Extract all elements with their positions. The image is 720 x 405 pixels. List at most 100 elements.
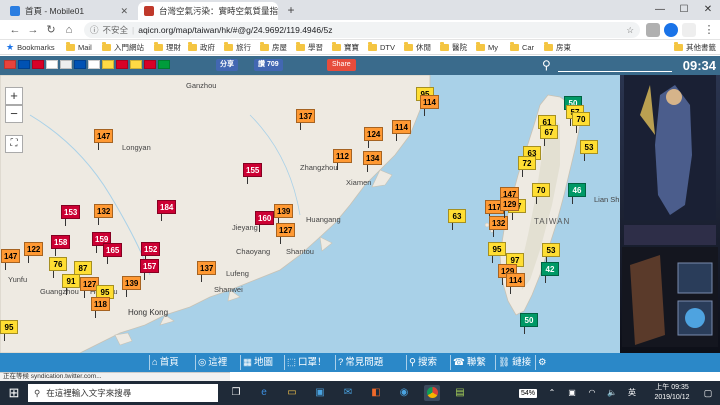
- aqi-station-marker[interactable]: 53: [542, 243, 560, 264]
- aqi-station-marker[interactable]: 114: [392, 120, 411, 141]
- reload-icon[interactable]: ↻: [44, 23, 58, 37]
- chrome-icon[interactable]: [424, 385, 440, 401]
- aqi-station-marker[interactable]: 70: [572, 112, 590, 133]
- address-bar[interactable]: ⓘ 不安全 | aqicn.org/map/taiwan/hk/#@g/24.9…: [84, 22, 640, 38]
- zoom-in-button[interactable]: +: [5, 87, 23, 105]
- back-icon[interactable]: ←: [8, 23, 22, 37]
- aqi-station-marker[interactable]: 63: [448, 209, 466, 230]
- bottom-nav-mask[interactable]: ⬚ 口罩！: [287, 354, 327, 371]
- taskbar-clock[interactable]: 上午 09:35 2019/10/12: [648, 383, 696, 403]
- tab-aqicn[interactable]: 台灣空氣污染：實時空氣質量指數 ✕: [138, 2, 278, 20]
- bookmark-item[interactable]: 休閒: [404, 42, 431, 53]
- language-flag-icon[interactable]: [102, 60, 114, 69]
- minimize-icon[interactable]: —: [648, 0, 672, 20]
- close-tab-icon[interactable]: ✕: [120, 6, 128, 17]
- aqi-station-marker[interactable]: 76: [49, 257, 67, 278]
- tab-mobile01[interactable]: 首頁 - Mobile01 ✕: [4, 2, 134, 20]
- task-view-icon[interactable]: ❐: [228, 385, 244, 401]
- profile-icon[interactable]: [682, 23, 696, 37]
- file-explorer-icon[interactable]: ▭: [284, 385, 300, 401]
- aqi-station-marker[interactable]: 155: [243, 163, 263, 184]
- bookmark-item[interactable]: 寶寶: [332, 42, 359, 53]
- aqi-station-marker[interactable]: 53: [580, 140, 598, 161]
- bookmark-item[interactable]: 理財: [154, 42, 181, 53]
- aqi-station-marker[interactable]: 184: [157, 200, 177, 221]
- bookmark-item[interactable]: 旅行: [224, 42, 251, 53]
- language-flag-icon[interactable]: [18, 60, 30, 69]
- app-icon[interactable]: ◉: [396, 385, 412, 401]
- aqi-station-marker[interactable]: 67: [540, 125, 558, 146]
- extension-icon[interactable]: [664, 23, 678, 37]
- aqi-station-marker[interactable]: 157: [140, 259, 160, 280]
- forward-icon[interactable]: →: [26, 23, 40, 37]
- bookmark-star-icon[interactable]: ☆: [626, 25, 634, 36]
- aqi-station-marker[interactable]: 95: [0, 320, 18, 341]
- aqi-station-marker[interactable]: 137: [296, 109, 316, 130]
- language-flag-icon[interactable]: [32, 60, 44, 69]
- language-flag-icon[interactable]: [74, 60, 86, 69]
- search-icon[interactable]: ⚲: [542, 58, 556, 72]
- store-icon[interactable]: ▣: [312, 385, 328, 401]
- bookmark-item[interactable]: 入門網站: [102, 42, 144, 53]
- facebook-like-button[interactable]: 讚 709: [254, 59, 283, 71]
- edge-icon[interactable]: e: [256, 385, 272, 401]
- aqi-station-marker[interactable]: 114: [506, 273, 525, 294]
- bookmark-item[interactable]: ★ Bookmarks: [6, 42, 55, 53]
- language-flag-icon[interactable]: [158, 60, 170, 69]
- home-button-icon[interactable]: ⌂: [62, 23, 76, 37]
- windows-start-icon[interactable]: ⊞: [6, 385, 22, 401]
- ime-icon[interactable]: 英: [624, 385, 640, 401]
- other-bookmarks[interactable]: 其他書籤: [674, 42, 716, 53]
- language-flag-icon[interactable]: [144, 60, 156, 69]
- aqi-station-marker[interactable]: 165: [103, 243, 123, 264]
- wifi-icon[interactable]: ◠: [584, 385, 600, 401]
- aqi-station-marker[interactable]: 91: [62, 274, 80, 295]
- bookmark-item[interactable]: 政府: [188, 42, 215, 53]
- advertisement-panel[interactable]: [620, 75, 720, 353]
- language-flag-icon[interactable]: [116, 60, 128, 69]
- city-search-input[interactable]: [558, 58, 672, 72]
- aqi-station-marker[interactable]: 153: [61, 205, 81, 226]
- language-flag-icon[interactable]: [46, 60, 58, 69]
- app-icon[interactable]: ▤: [452, 385, 468, 401]
- bottom-nav-help[interactable]: ? 常見問題: [338, 354, 383, 371]
- language-flag-icon[interactable]: [4, 60, 16, 69]
- bottom-nav-settings[interactable]: ⚙: [538, 354, 549, 371]
- aqi-station-marker[interactable]: 87: [74, 261, 92, 282]
- bookmark-item[interactable]: DTV: [368, 42, 395, 53]
- battery-indicator[interactable]: 54%: [519, 389, 538, 398]
- mail-icon[interactable]: ✉: [340, 385, 356, 401]
- bottom-nav-home[interactable]: ⌂ 首頁: [152, 354, 179, 371]
- aqi-station-marker[interactable]: 134: [363, 151, 383, 172]
- translate-extension-icon[interactable]: [646, 23, 660, 37]
- bookmark-item[interactable]: Car: [510, 42, 534, 53]
- aqi-station-marker[interactable]: 95: [488, 242, 506, 263]
- bottom-nav-map[interactable]: ▦ 地圖: [243, 354, 273, 371]
- bookmark-item[interactable]: Mail: [66, 42, 92, 53]
- fullscreen-icon[interactable]: ⛶: [5, 135, 23, 153]
- aqi-station-marker[interactable]: 46: [568, 183, 586, 204]
- notification-icon[interactable]: ▢: [700, 385, 716, 401]
- bookmark-item[interactable]: 房東: [544, 42, 571, 53]
- aqi-station-marker[interactable]: 147: [1, 249, 21, 270]
- aqi-station-marker[interactable]: 124: [364, 127, 384, 148]
- aqi-station-marker[interactable]: 139: [122, 276, 142, 297]
- bookmark-item[interactable]: My: [476, 42, 498, 53]
- bookmark-item[interactable]: 學習: [296, 42, 323, 53]
- tray-up-icon[interactable]: ⌃: [544, 385, 560, 401]
- volume-icon[interactable]: 🔈: [604, 385, 620, 401]
- aqi-station-marker[interactable]: 50: [520, 313, 538, 334]
- menu-icon[interactable]: ⋮: [702, 23, 716, 37]
- new-tab-icon[interactable]: +: [284, 3, 298, 17]
- aqi-station-marker[interactable]: 42: [541, 262, 559, 283]
- aqi-station-marker[interactable]: 122: [24, 242, 44, 263]
- aqi-station-marker[interactable]: 132: [489, 216, 509, 237]
- language-flag-icon[interactable]: [130, 60, 142, 69]
- zoom-out-button[interactable]: −: [5, 105, 23, 123]
- aqi-station-marker[interactable]: 139: [274, 204, 294, 225]
- aqi-station-marker[interactable]: 72: [518, 156, 536, 177]
- aqi-station-marker[interactable]: 129: [500, 197, 520, 218]
- bookmark-item[interactable]: 醫院: [440, 42, 467, 53]
- taskbar-search-input[interactable]: ⚲ 在這裡輸入文字來搜尋: [28, 384, 218, 402]
- language-flag-icon[interactable]: [88, 60, 100, 69]
